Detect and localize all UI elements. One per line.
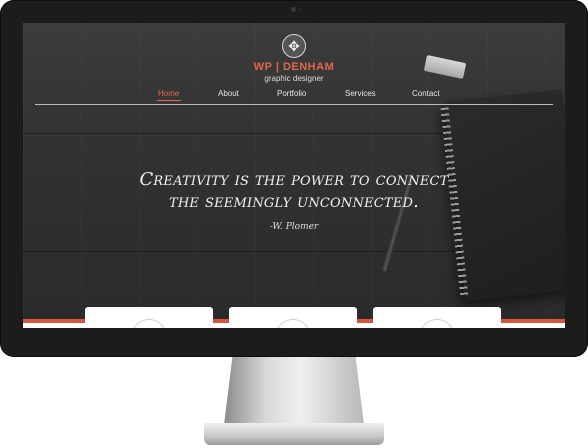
service-icon	[275, 319, 311, 328]
quote-author: -W. Plomer	[269, 222, 319, 232]
site-subtitle: graphic designer	[264, 74, 324, 83]
service-card[interactable]	[373, 307, 501, 328]
eraser-image	[423, 55, 467, 79]
logo-icon[interactable]: ✥	[282, 34, 306, 58]
nav-item-portfolio[interactable]: Portfolio	[277, 89, 306, 98]
quote-line-1: Creativity is the power to connect	[139, 169, 449, 190]
hero-quote: Creativity is the power to connect the s…	[83, 169, 505, 213]
monitor-stand-base	[204, 423, 384, 445]
quote-line-2: the seemingly unconnected.	[168, 191, 420, 212]
nav-item-services[interactable]: Services	[345, 89, 376, 98]
main-nav: Home About Portfolio Services Contact	[157, 89, 457, 101]
nav-item-about[interactable]: About	[218, 89, 239, 98]
site-title[interactable]: WP | DENHAM	[229, 61, 359, 73]
nav-item-contact[interactable]: Contact	[412, 89, 440, 98]
nav-item-home[interactable]: Home	[158, 89, 179, 98]
header-divider	[35, 104, 553, 105]
service-icon	[131, 319, 167, 328]
service-card[interactable]	[229, 307, 357, 328]
nav-active-underline	[157, 100, 181, 101]
camera-icon	[291, 7, 296, 12]
camera-sensor-icon	[298, 8, 301, 11]
service-card[interactable]	[85, 307, 213, 328]
service-icon	[419, 319, 455, 328]
compass-icon: ✥	[288, 38, 300, 54]
website-screen: ✥ WP | DENHAM graphic designer Home Abou…	[23, 23, 565, 328]
monitor-stand	[224, 357, 364, 425]
monitor-frame: ✥ WP | DENHAM graphic designer Home Abou…	[0, 0, 588, 357]
